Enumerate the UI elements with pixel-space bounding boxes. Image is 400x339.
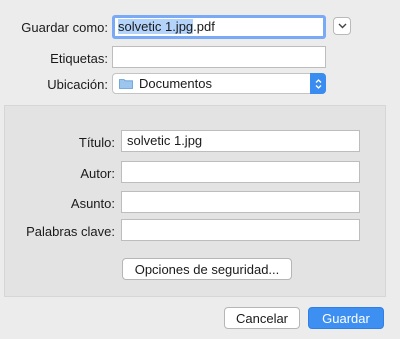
location-value: Documentos	[139, 76, 212, 91]
keywords-label: Palabras clave:	[26, 224, 115, 239]
keywords-input[interactable]	[121, 219, 360, 241]
location-select[interactable]: Documentos	[112, 73, 326, 94]
save-button[interactable]: Guardar	[308, 307, 384, 329]
title-input[interactable]: solvetic 1.jpg	[121, 130, 360, 152]
subject-label: Asunto:	[70, 196, 115, 211]
save-as-label: Guardar como:	[21, 20, 108, 35]
author-input[interactable]	[121, 161, 360, 183]
tags-input[interactable]	[112, 46, 326, 68]
select-arrows-icon	[310, 73, 326, 94]
filename-selected-text: solvetic 1.jpg	[118, 19, 194, 34]
filename-input[interactable]: solvetic 1.jpg.pdf	[112, 15, 326, 39]
cancel-button[interactable]: Cancelar	[224, 307, 300, 329]
folder-icon	[119, 79, 133, 89]
security-options-button[interactable]: Opciones de seguridad...	[122, 258, 292, 280]
location-label: Ubicación:	[47, 77, 108, 92]
tags-label: Etiquetas:	[50, 51, 108, 66]
author-label: Autor:	[80, 166, 115, 181]
title-label: Título:	[78, 135, 115, 150]
subject-input[interactable]	[121, 191, 360, 213]
expand-dialog-button[interactable]	[333, 17, 351, 35]
chevron-down-icon	[338, 23, 346, 29]
filename-extension: .pdf	[193, 19, 215, 34]
